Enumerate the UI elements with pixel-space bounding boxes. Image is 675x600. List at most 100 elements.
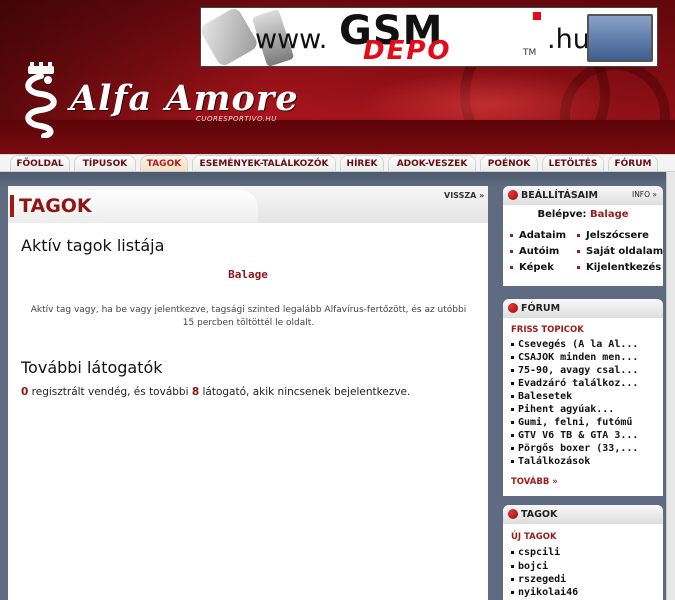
site-logo-text[interactable]: Alfa Amore [70, 78, 299, 119]
laptop-image [587, 14, 653, 62]
members-subtitle: ÚJ TAGOK [511, 532, 557, 542]
login-status: Belépve: Balage [503, 209, 663, 220]
page-background-band [0, 172, 675, 186]
login-user-link[interactable]: Balage [590, 209, 629, 220]
main-panel: TAGOK VISSZA » Aktív tagok listája Balag… [8, 186, 488, 600]
nav-item-adok-veszek[interactable]: ADOK-VESZEK [388, 155, 476, 171]
visitors-text: látogató, akik nincsenek bejelentkezve. [199, 386, 411, 398]
settings-link-adataim[interactable]: Adataim [510, 230, 566, 241]
new-member[interactable]: cspcili [511, 547, 560, 558]
members-box-header: TAGOK [503, 505, 663, 524]
settings-link-kijelentkezes[interactable]: Kijelentkezés [577, 262, 661, 273]
forum-topic-label: 75-90, avagy csal... [518, 365, 639, 376]
new-member-label: cspcili [518, 547, 561, 558]
bullet-icon [510, 249, 513, 253]
bullet-icon [511, 459, 514, 463]
forum-topic-label: Pihent agyúak... [518, 404, 615, 415]
forum-topic[interactable]: Pihent agyúak... [511, 404, 659, 415]
settings-link-jelszocsere[interactable]: Jelszócsere [577, 230, 649, 241]
nav-item-tagok[interactable]: TAGOK [140, 155, 188, 171]
guests-text: regisztrált vendég, és további [28, 386, 192, 398]
new-member-label: bojci [518, 561, 549, 572]
forum-topic-label: Balesetek [518, 391, 573, 402]
forum-topic[interactable]: CSAJOK minden men... [511, 352, 659, 363]
scrollbar[interactable] [666, 172, 675, 600]
forum-topic[interactable]: Csevegés (Á la Al... [511, 339, 659, 350]
phone-image [201, 8, 260, 66]
new-member[interactable]: bojci [511, 561, 548, 572]
forum-box-header: FÓRUM [503, 299, 663, 318]
bullet-icon [511, 368, 514, 372]
header-bottom-band [0, 120, 675, 155]
members-box: TAGOK ÚJ TAGOK cspcili bojci rszegedi ny… [503, 505, 663, 600]
bullet-icon [511, 355, 514, 359]
bullet-icon [511, 577, 514, 581]
nav-item-tipusok[interactable]: TÍPUSOK [74, 155, 136, 171]
settings-link-autoim[interactable]: Autóim [510, 246, 559, 257]
bullet-icon [510, 265, 513, 269]
bullet-icon [511, 590, 514, 594]
forum-topic[interactable]: GTV V6 TB & GTA 3... [511, 430, 659, 441]
banner-trademark: TM [523, 48, 537, 58]
nav-item-letoltes[interactable]: LETÖLTÉS [542, 155, 604, 171]
forum-box: FÓRUM FRISS TOPICOK Csevegés (Á la Al...… [503, 299, 663, 496]
bullet-icon [511, 394, 514, 398]
main-navigation: FŐOLDAL TÍPUSOK TAGOK ESEMÉNYEK-TALÁLKOZ… [0, 154, 675, 172]
forum-topic-label: Találkozások [518, 456, 591, 467]
visitors-summary: 0 regisztrált vendég, és további 8 látog… [21, 386, 410, 398]
page-title: TAGOK [19, 195, 92, 217]
forum-more-link[interactable]: TOVÁBB » [511, 477, 558, 487]
settings-link-label: Adataim [519, 230, 567, 241]
settings-box-header: BEÁLLÍTÁSAIM INFO » [503, 186, 663, 205]
settings-info-link[interactable]: INFO » [632, 190, 657, 199]
settings-link-label: Autóim [519, 246, 560, 257]
bullet-icon [510, 233, 513, 237]
bullet-icon [511, 407, 514, 411]
forum-title: FÓRUM [521, 303, 561, 314]
new-member-label: rszegedi [518, 574, 567, 585]
bullet-icon [511, 420, 514, 424]
forum-topic[interactable]: Pörgős boxer (33,... [511, 443, 659, 454]
forum-topic[interactable]: 75-90, avagy csal... [511, 365, 659, 376]
bullet-icon [577, 265, 580, 269]
visitors-heading: További látogatók [21, 358, 163, 377]
forum-topic-label: Gumi, felni, futómű [518, 417, 633, 428]
title-accent [10, 195, 14, 217]
bullet-icon [511, 550, 514, 554]
banner-url-prefix: www. [255, 24, 328, 55]
site-logo-subtitle: CUORESPORTIVO.HU [196, 115, 277, 123]
forum-topic-label: CSAJOK minden men... [518, 352, 639, 363]
back-link[interactable]: VISSZA » [444, 191, 484, 200]
forum-topic[interactable]: Balesetek [511, 391, 659, 402]
settings-link-sajat-oldalam[interactable]: Saját oldalam [577, 246, 663, 257]
settings-link-label: Képek [519, 262, 554, 273]
new-member[interactable]: rszegedi [511, 574, 566, 585]
nav-item-esemenyek[interactable]: ESEMÉNYEK-TALÁLKOZÓK [192, 155, 336, 171]
members-title: TAGOK [521, 509, 558, 520]
bullet-icon [511, 381, 514, 385]
banner-brand-bottom: DEPO [363, 36, 452, 66]
settings-link-label: Jelszócsere [586, 230, 649, 241]
nav-item-fooldal[interactable]: FŐOLDAL [10, 155, 70, 171]
bullet-icon [508, 303, 518, 313]
bullet-icon [511, 342, 514, 346]
alfa-romeo-serpent-icon [25, 62, 57, 138]
nav-item-poenok[interactable]: POÉNOK [480, 155, 538, 171]
bullet-icon [508, 190, 518, 200]
forum-topic[interactable]: Gumi, felni, futómű [511, 417, 659, 428]
settings-link-kepek[interactable]: Képek [510, 262, 554, 273]
forum-topic-label: Évadzáró találkoz... [518, 378, 639, 389]
forum-topic-label: GTV V6 TB & GTA 3... [518, 430, 639, 441]
new-member[interactable]: nyikolai46 [511, 587, 578, 598]
active-member-link[interactable]: Balage [8, 268, 488, 281]
forum-topic[interactable]: Találkozások [511, 456, 659, 467]
site-header: GSM www. DEPO TM .hu Alfa Amore CUORESPO… [0, 0, 675, 155]
gsmdepo-banner[interactable]: GSM www. DEPO TM .hu [200, 7, 658, 67]
nav-item-hirek[interactable]: HÍREK [340, 155, 384, 171]
bullet-icon [511, 564, 514, 568]
settings-title: BEÁLLÍTÁSAIM [521, 190, 599, 201]
forum-topic[interactable]: Évadzáró találkoz... [511, 378, 659, 389]
banner-dot [533, 12, 541, 20]
nav-item-forum[interactable]: FÓRUM [608, 155, 658, 171]
bullet-icon [511, 446, 514, 450]
